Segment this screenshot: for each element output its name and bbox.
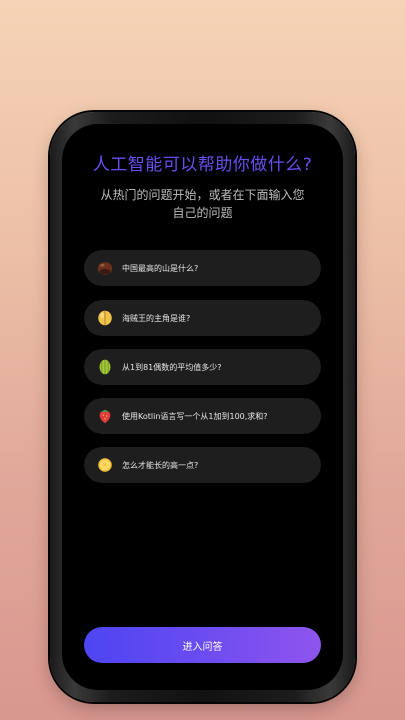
question-text: 怎么才能长的高一点? [122,460,199,470]
lemon-icon [98,458,112,472]
question-item-4[interactable]: 使用Kotlin语言写一个从1加到100,求和? [84,398,321,434]
question-item-3[interactable]: 从1到81偶数的平均值多少? [84,349,321,385]
question-item-5[interactable]: 怎么才能长的高一点? [84,447,321,483]
question-text: 从1到81偶数的平均值多少? [122,362,222,372]
strawberry-icon [99,409,111,424]
chestnut-icon [97,262,113,275]
page-subtitle: 从热门的问题开始，或者在下面输入您自己的问题 [100,188,305,220]
mango-icon [98,310,112,326]
question-text: 海贼王的主角是谁? [122,313,191,323]
question-text: 中国最高的山是什么? [122,263,199,273]
question-item-2[interactable]: 海贼王的主角是谁? [84,300,321,336]
page-title: 人工智能可以帮助你做什么? [92,155,313,175]
question-item-1[interactable]: 中国最高的山是什么? [84,250,321,286]
enter-qa-button[interactable]: 进入问答 [84,627,321,663]
question-text: 使用Kotlin语言写一个从1加到100,求和? [122,411,268,421]
starfruit-icon [99,359,111,375]
